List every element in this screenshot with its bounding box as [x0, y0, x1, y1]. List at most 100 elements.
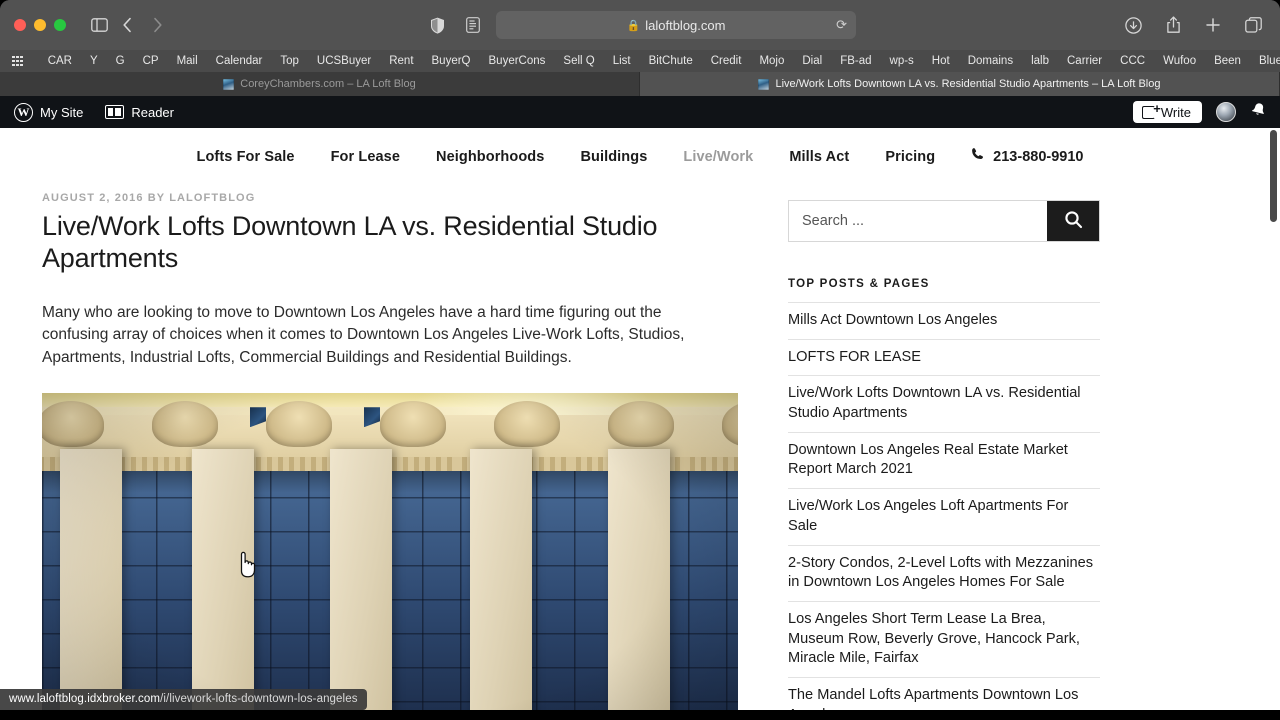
search-button[interactable] [1047, 201, 1099, 241]
bookmarks-bar: CAR Y G CP Mail Calendar Top UCSBuyer Rent BuyerQ… [0, 50, 1280, 72]
search-widget [788, 200, 1100, 242]
browser-tab[interactable]: CoreyChambers.com – LA Loft Blog [0, 72, 640, 96]
top-post-link[interactable]: 2-Story Condos, 2-Level Lofts with Mezza… [788, 554, 1100, 593]
nav-link-live-work[interactable]: Live/Work [665, 149, 771, 165]
bookmark-item[interactable]: G [107, 55, 134, 67]
bookmark-item[interactable]: FB-ad [831, 55, 880, 67]
bookmark-item[interactable]: Domains [959, 55, 1022, 67]
downloads-icon[interactable] [1120, 12, 1146, 38]
address-bar[interactable]: 🔒 laloftblog.com ⟳ [496, 11, 856, 39]
tab-favicon-icon [758, 78, 770, 90]
reload-icon[interactable]: ⟳ [836, 17, 847, 33]
page-content: AUGUST 2, 2016 BY LALOFTBLOG Live/Work L… [0, 186, 1280, 720]
nav-link-lofts-for-sale[interactable]: Lofts For Sale [179, 149, 313, 165]
notifications-bell-icon[interactable] [1248, 100, 1268, 123]
article-image[interactable] [42, 393, 738, 720]
tab-title: CoreyChambers.com – LA Loft Blog [240, 78, 416, 90]
bookmark-item[interactable]: Mojo [750, 55, 793, 67]
bookmark-item[interactable]: Y [81, 55, 107, 67]
bookmark-item[interactable]: Mail [168, 55, 207, 67]
admin-bar-my-site[interactable]: W My Site [14, 102, 84, 122]
list-item: 2-Story Condos, 2-Level Lofts with Mezza… [788, 544, 1100, 601]
nav-phone-link[interactable]: 213-880-9910 [953, 147, 1101, 166]
bookmark-item[interactable]: List [604, 55, 640, 67]
bookmark-item[interactable]: Been [1205, 55, 1250, 67]
browser-toolbar: 🔒 laloftblog.com ⟳ [0, 0, 1280, 50]
top-post-link[interactable]: Live/Work Lofts Downtown LA vs. Resident… [788, 384, 1100, 423]
my-site-label: My Site [40, 104, 84, 120]
bookmark-item[interactable]: BuyerQ [423, 55, 480, 67]
vertical-scrollbar[interactable] [1270, 130, 1277, 222]
nav-phone-number: 213-880-9910 [993, 148, 1084, 165]
bookmark-item[interactable]: UCSBuyer [308, 55, 380, 67]
widget-title: TOP POSTS & PAGES [788, 278, 930, 290]
nav-link-buildings[interactable]: Buildings [562, 149, 665, 165]
plus-icon[interactable] [1200, 12, 1226, 38]
privacy-shield-icon[interactable] [424, 12, 450, 38]
bookmark-item[interactable]: CCC [1111, 55, 1154, 67]
wordpress-admin-bar: W My Site Reader Write [0, 96, 1280, 128]
bookmark-item[interactable]: Dial [793, 55, 831, 67]
screen: 🔒 laloftblog.com ⟳ CAR Y G CP Mail Calen… [0, 0, 1280, 720]
list-item: Los Angeles Short Term Lease La Brea, Mu… [788, 600, 1100, 677]
close-window-button[interactable] [14, 19, 26, 31]
bookmark-item[interactable]: BuyerCons [480, 55, 555, 67]
top-post-link[interactable]: Los Angeles Short Term Lease La Brea, Mu… [788, 610, 1100, 669]
bookmark-item[interactable]: BitChute [640, 55, 702, 67]
forward-chevron-icon [144, 12, 170, 38]
reader-label: Reader [131, 104, 174, 120]
toolbar-right-actions [1120, 12, 1266, 38]
bookmark-item[interactable]: Credit [702, 55, 751, 67]
write-pencil-icon [1141, 102, 1161, 119]
window-bottom-edge [0, 710, 1280, 720]
page-title: Live/Work Lofts Downtown LA vs. Resident… [42, 211, 658, 274]
search-input[interactable] [789, 201, 1047, 241]
tab-overview-icon[interactable] [1240, 12, 1266, 38]
nav-link-for-lease[interactable]: For Lease [313, 149, 418, 165]
bookmark-item[interactable]: Carrier [1058, 55, 1111, 67]
apps-grid-icon[interactable] [12, 55, 23, 67]
write-label: Write [1160, 104, 1191, 120]
bookmark-item[interactable]: Sell Q [554, 55, 603, 67]
top-posts-list: Mills Act Downtown Los Angeles LOFTS FOR … [788, 302, 1100, 720]
bookmark-item[interactable]: CAR [39, 55, 81, 67]
top-post-link[interactable]: Mills Act Downtown Los Angeles [788, 311, 1100, 331]
back-chevron-icon[interactable] [114, 12, 140, 38]
zoom-window-button[interactable] [54, 19, 66, 31]
list-item: Live/Work Los Angeles Loft Apartments Fo… [788, 488, 1100, 544]
bookmark-item[interactable]: CP [134, 55, 168, 67]
reader-feed-icon [105, 105, 125, 119]
bookmark-item[interactable]: wp-s [881, 55, 923, 67]
bookmark-item[interactable]: Wufoo [1154, 55, 1205, 67]
nav-link-neighborhoods[interactable]: Neighborhoods [418, 149, 562, 165]
minimize-window-button[interactable] [34, 19, 46, 31]
write-button[interactable]: Write [1132, 101, 1202, 123]
list-item: Mills Act Downtown Los Angeles [788, 302, 1100, 339]
reader-view-icon[interactable] [460, 12, 486, 38]
admin-bar-reader[interactable]: Reader [105, 105, 174, 120]
post-meta: AUGUST 2, 2016 BY LALOFTBLOG [42, 192, 256, 204]
bookmark-item[interactable]: Calendar [207, 55, 272, 67]
top-post-link[interactable]: Downtown Los Angeles Real Estate Market … [788, 441, 1100, 480]
browser-tab[interactable]: Live/Work Lofts Downtown LA vs. Resident… [640, 72, 1280, 96]
bookmark-item[interactable]: Top [271, 55, 308, 67]
tab-favicon-icon [223, 78, 235, 90]
wordpress-logo-icon: W [14, 102, 33, 122]
top-post-link[interactable]: LOFTS FOR LEASE [788, 348, 1100, 368]
page-viewport: W My Site Reader Write [0, 96, 1280, 720]
sidebar-icon[interactable] [86, 12, 112, 38]
bookmark-item[interactable]: Blue [1250, 55, 1280, 67]
bookmark-item[interactable]: lalb [1022, 55, 1058, 67]
share-icon[interactable] [1160, 12, 1186, 38]
list-item: LOFTS FOR LEASE [788, 338, 1100, 376]
admin-bar-right: Write [1132, 100, 1268, 123]
top-post-link[interactable]: Live/Work Los Angeles Loft Apartments Fo… [788, 497, 1100, 536]
site-navigation: Lofts For Sale For Lease Neighborhoods Buil… [0, 128, 1280, 186]
nav-link-pricing[interactable]: Pricing [867, 149, 953, 165]
status-url-host: www.laloftblog.idxbroker.com [9, 693, 161, 705]
bookmark-item[interactable]: Hot [923, 55, 959, 67]
bookmark-item[interactable]: Rent [380, 55, 422, 67]
window-traffic-lights [14, 19, 66, 31]
avatar[interactable] [1216, 102, 1236, 122]
nav-link-mills-act[interactable]: Mills Act [771, 149, 867, 165]
